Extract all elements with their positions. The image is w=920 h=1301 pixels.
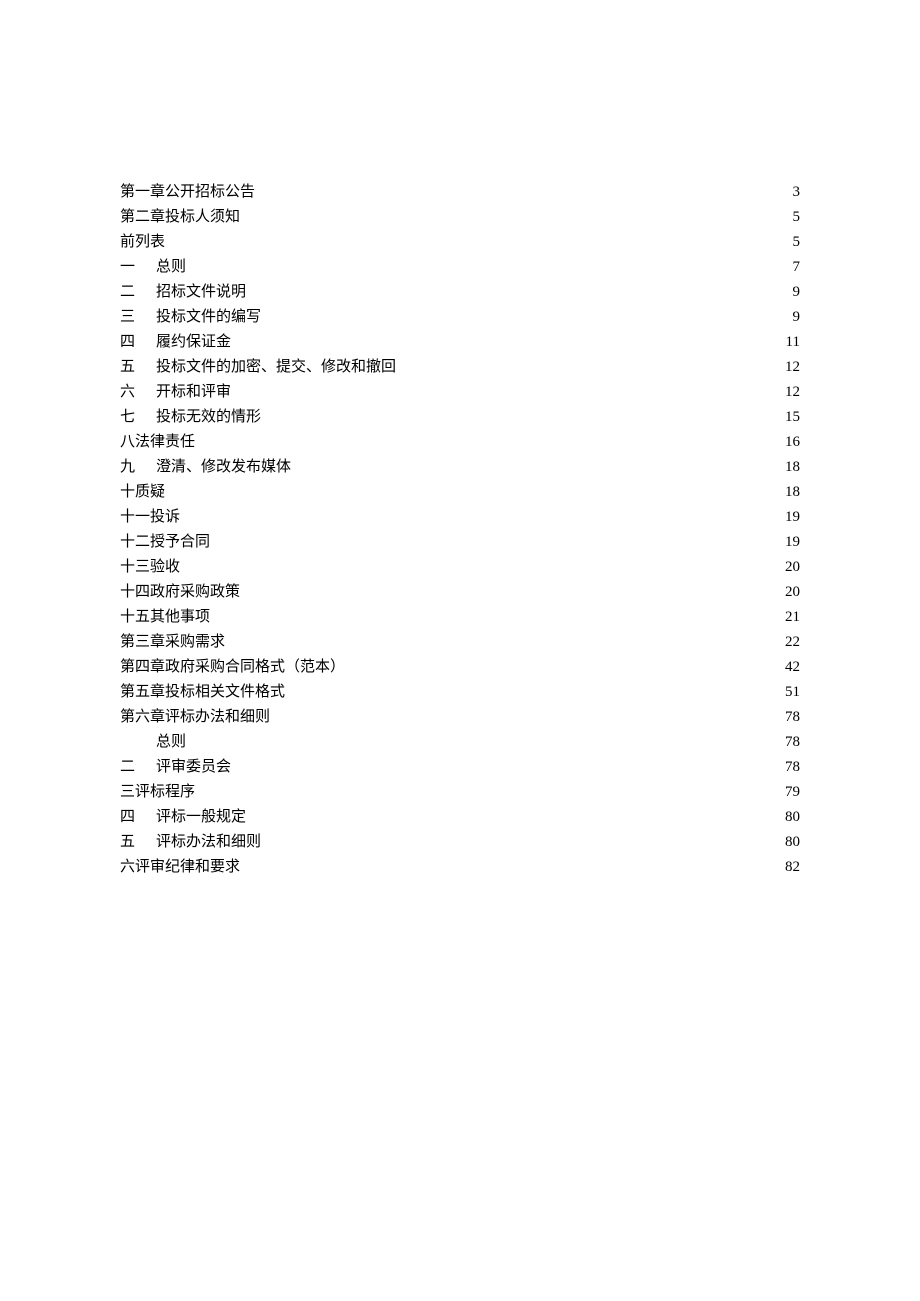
toc-entry-page: 21 xyxy=(785,605,800,630)
toc-entry-page: 19 xyxy=(785,505,800,530)
toc-entry: 七投标无效的情形 15 xyxy=(120,405,800,430)
toc-entry: 十五其他事项 21 xyxy=(120,605,800,630)
toc-entry-title: 投标无效的情形 xyxy=(156,405,261,430)
toc-entry-number: 四 xyxy=(120,330,156,355)
toc-entry-title: 总则 xyxy=(156,730,186,755)
toc-entry: 第三章采购需求 22 xyxy=(120,630,800,655)
toc-entry: 五投标文件的加密、提交、修改和撤回 12 xyxy=(120,355,800,380)
toc-entry-title: 第五章投标相关文件格式 xyxy=(120,680,285,705)
toc-entry-title: 评审委员会 xyxy=(156,755,231,780)
toc-entry: 十一投诉 19 xyxy=(120,505,800,530)
toc-entry: 六评审纪律和要求 82 xyxy=(120,855,800,880)
toc-entry-page: 3 xyxy=(793,180,801,205)
toc-entry: 六开标和评审 12 xyxy=(120,380,800,405)
toc-entry-page: 16 xyxy=(785,430,800,455)
toc-entry-title: 评标一般规定 xyxy=(156,805,246,830)
toc-entry-page: 78 xyxy=(785,755,800,780)
toc-entry-page: 12 xyxy=(785,355,800,380)
toc-entry: 三投标文件的编写 9 xyxy=(120,305,800,330)
toc-entry-title: 十五其他事项 xyxy=(120,605,210,630)
toc-entry-page: 7 xyxy=(793,255,801,280)
toc-entry: 第二章投标人须知 5 xyxy=(120,205,800,230)
toc-entry-page: 79 xyxy=(785,780,800,805)
toc-entry-number: 四 xyxy=(120,805,156,830)
toc-entry-title: 第一章公开招标公告 xyxy=(120,180,255,205)
toc-entry-page: 19 xyxy=(785,530,800,555)
toc-entry-title: 开标和评审 xyxy=(156,380,231,405)
toc-entry-title: 十三验收 xyxy=(120,555,180,580)
toc-entry-number: 五 xyxy=(120,830,156,855)
toc-entry-number: 一 xyxy=(120,255,156,280)
table-of-contents: 第一章公开招标公告3第二章投标人须知5前列表5一总则7二招标文件说明9三投标文件… xyxy=(120,180,800,880)
toc-entry-page: 20 xyxy=(785,580,800,605)
toc-entry-title: 第二章投标人须知 xyxy=(120,205,240,230)
toc-entry-number: 七 xyxy=(120,405,156,430)
toc-entry-title: 评标办法和细则 xyxy=(156,830,261,855)
toc-entry: 九澄清、修改发布媒体 18 xyxy=(120,455,800,480)
toc-entry-page: 12 xyxy=(785,380,800,405)
toc-entry-title: 投标文件的编写 xyxy=(156,305,261,330)
toc-entry-title: 履约保证金 xyxy=(156,330,231,355)
toc-entry: 一总则 7 xyxy=(120,255,800,280)
toc-entry-title: 第四章政府采购合同格式（范本） xyxy=(120,655,345,680)
toc-entry-page: 80 xyxy=(785,830,800,855)
toc-entry: 十二授予合同 19 xyxy=(120,530,800,555)
toc-entry: 四评标一般规定 80 xyxy=(120,805,800,830)
toc-entry-title: 澄清、修改发布媒体 xyxy=(156,455,291,480)
toc-entry-page: 18 xyxy=(785,455,800,480)
toc-entry-number: 六 xyxy=(120,380,156,405)
toc-entry-title: 总则 xyxy=(156,255,186,280)
toc-entry: 十三验收 20 xyxy=(120,555,800,580)
toc-entry-title: 三评标程序 xyxy=(120,780,195,805)
toc-entry-title: 八法律责任 xyxy=(120,430,195,455)
toc-entry-number: 二 xyxy=(120,755,156,780)
toc-entry-page: 5 xyxy=(793,230,801,255)
toc-entry-page: 9 xyxy=(793,280,801,305)
toc-entry-title: 十质疑 xyxy=(120,480,165,505)
toc-entry-number: 五 xyxy=(120,355,156,380)
toc-entry: 第六章评标办法和细则 78 xyxy=(120,705,800,730)
toc-entry: 二招标文件说明 9 xyxy=(120,280,800,305)
toc-entry: 四履约保证金 11 xyxy=(120,330,800,355)
toc-entry-title: 前列表 xyxy=(120,230,165,255)
toc-entry-page: 80 xyxy=(785,805,800,830)
toc-entry-title: 投标文件的加密、提交、修改和撤回 xyxy=(156,355,396,380)
toc-entry: 十四政府采购政策 20 xyxy=(120,580,800,605)
toc-entry: 二评审委员会 78 xyxy=(120,755,800,780)
toc-entry-page: 5 xyxy=(793,205,801,230)
toc-entry-page: 20 xyxy=(785,555,800,580)
toc-entry-page: 22 xyxy=(785,630,800,655)
toc-entry-page: 78 xyxy=(785,730,800,755)
toc-entry: 总则 78 xyxy=(120,730,800,755)
toc-entry: 三评标程序 79 xyxy=(120,780,800,805)
toc-entry-title: 六评审纪律和要求 xyxy=(120,855,240,880)
toc-entry-title: 十二授予合同 xyxy=(120,530,210,555)
toc-entry-title: 第六章评标办法和细则 xyxy=(120,705,270,730)
toc-entry-title: 招标文件说明 xyxy=(156,280,246,305)
toc-entry-page: 42 xyxy=(785,655,800,680)
toc-entry-title: 十一投诉 xyxy=(120,505,180,530)
toc-entry: 十质疑 18 xyxy=(120,480,800,505)
toc-entry-number: 二 xyxy=(120,280,156,305)
toc-entry-page: 15 xyxy=(785,405,800,430)
toc-entry-page: 9 xyxy=(793,305,801,330)
toc-entry: 第四章政府采购合同格式（范本） 42 xyxy=(120,655,800,680)
toc-entry-number: 九 xyxy=(120,455,156,480)
toc-entry-page: 82 xyxy=(785,855,800,880)
toc-entry: 五评标办法和细则 80 xyxy=(120,830,800,855)
toc-entry-page: 51 xyxy=(785,680,800,705)
toc-entry-page: 78 xyxy=(785,705,800,730)
toc-entry-page: 11 xyxy=(786,330,800,355)
toc-entry-number: 三 xyxy=(120,305,156,330)
toc-entry-page: 18 xyxy=(785,480,800,505)
toc-entry: 第五章投标相关文件格式 51 xyxy=(120,680,800,705)
toc-entry: 第一章公开招标公告 3 xyxy=(120,180,800,205)
toc-entry: 八法律责任 16 xyxy=(120,430,800,455)
toc-entry-title: 十四政府采购政策 xyxy=(120,580,240,605)
toc-entry-title: 第三章采购需求 xyxy=(120,630,225,655)
toc-entry: 前列表 5 xyxy=(120,230,800,255)
